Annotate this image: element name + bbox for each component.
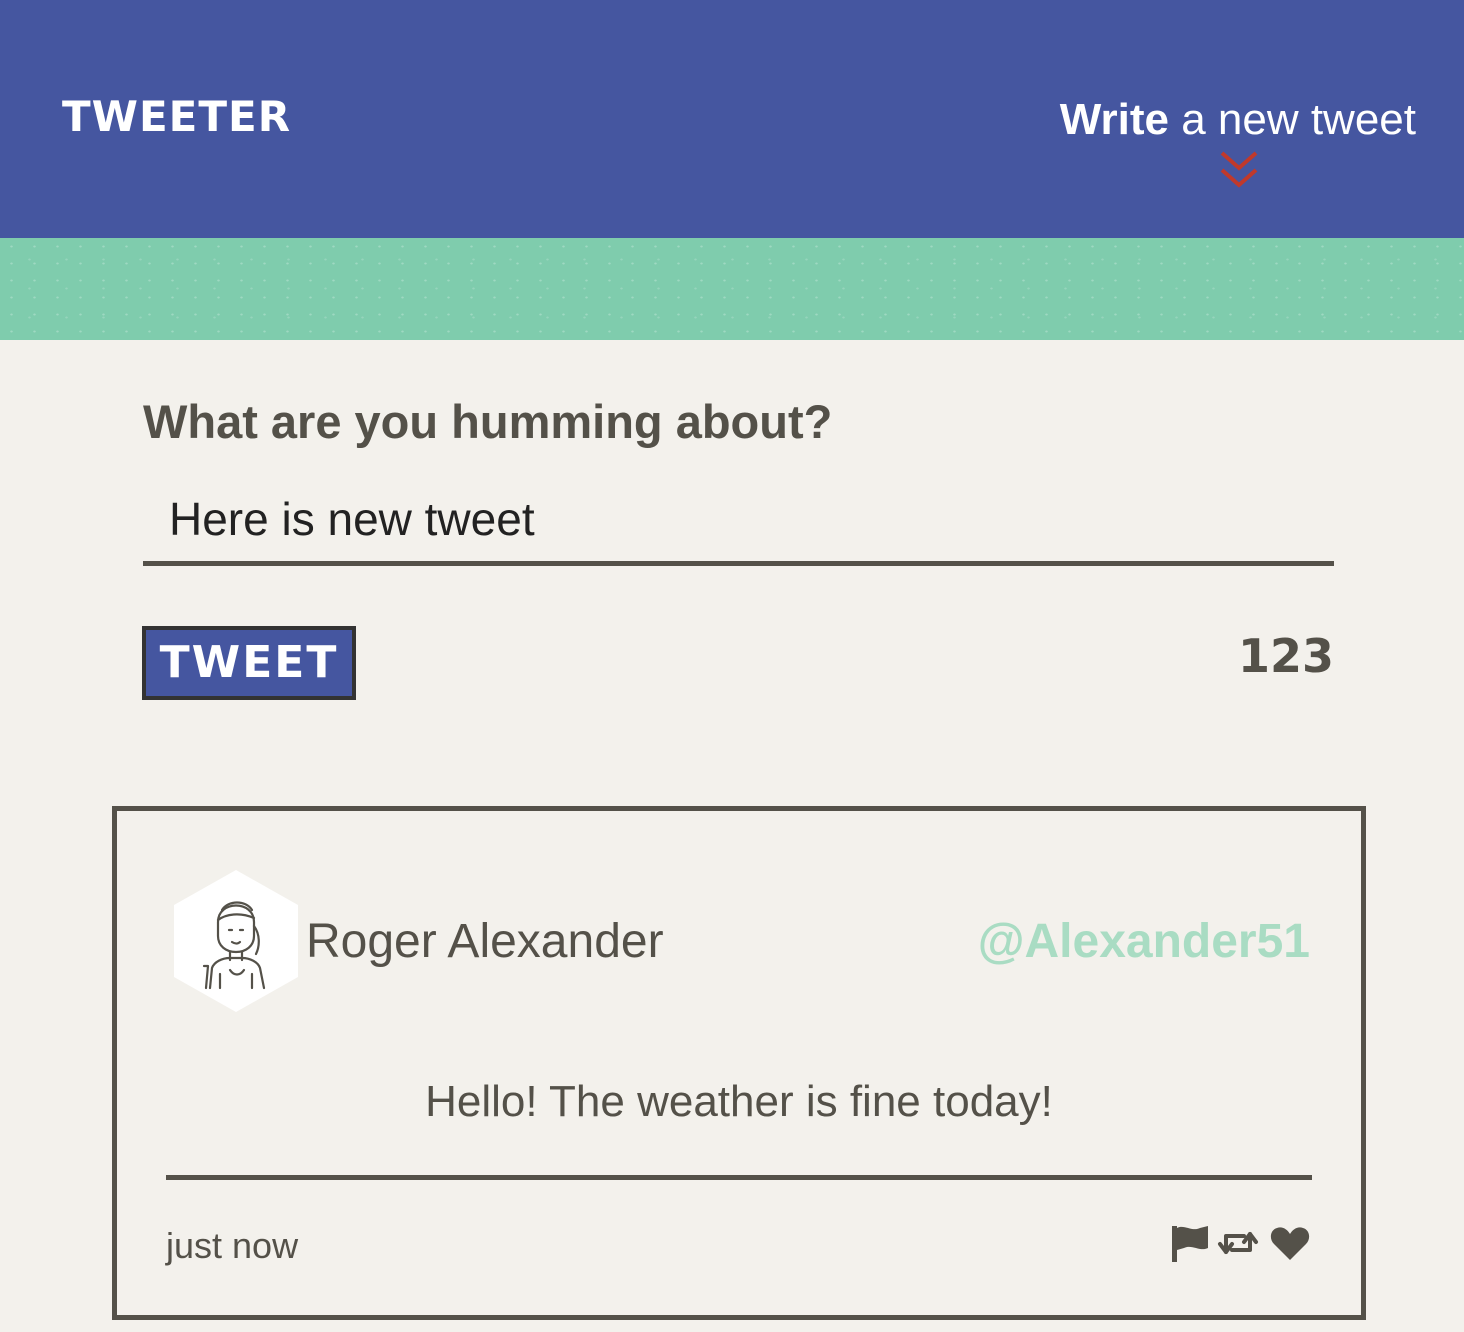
decorative-banner [0,238,1464,340]
compose-toggle-bold: Write [1059,95,1169,144]
tweet-text-input[interactable] [143,476,1334,566]
character-counter: 123 [1237,629,1334,683]
top-navbar: TWEETER Write a new tweet [0,0,1464,238]
tweet-body-text: Hello! The weather is fine today! [425,1077,1053,1126]
tweet-actions [1168,1222,1312,1266]
tweet-author-name: Roger Alexander [306,915,664,968]
tweet-submit-button[interactable]: TWEET [142,626,356,700]
brand-logo[interactable]: TWEETER [62,92,291,142]
tweet-author-handle: @Alexander51 [977,915,1310,968]
write-new-tweet-toggle[interactable]: Write a new tweet [1056,92,1416,148]
person-avatar-icon [174,870,298,1012]
flag-icon[interactable] [1168,1222,1212,1264]
heart-icon[interactable] [1268,1222,1312,1264]
compose-toggle-rest: a new tweet [1168,95,1416,144]
double-chevron-down-icon[interactable] [1219,150,1259,190]
retweet-icon[interactable] [1216,1222,1260,1264]
tweet-footer-divider [166,1175,1312,1180]
compose-heading: What are you humming about? [143,395,833,448]
tweet-timestamp: just now [166,1225,299,1266]
